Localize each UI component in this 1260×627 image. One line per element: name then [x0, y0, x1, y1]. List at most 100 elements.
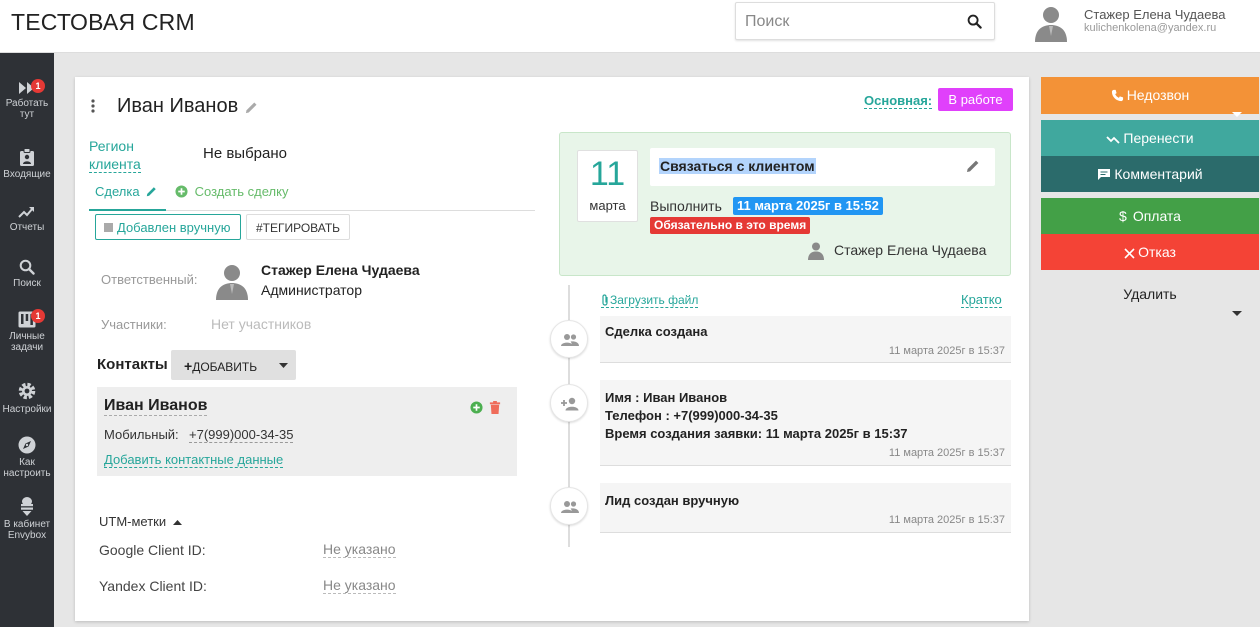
event-text: Имя : Иван Иванов: [605, 390, 728, 405]
sidebar-item-label: Входящие: [3, 169, 51, 180]
payment-button[interactable]: $ Оплата: [1041, 198, 1259, 234]
timeline-event: Сделка создана 11 марта 2025г в 15:37: [600, 316, 1011, 363]
pencil-icon[interactable]: [245, 101, 258, 114]
mobile-label: Мобильный:: [104, 427, 179, 442]
user-avatar[interactable]: [1031, 2, 1071, 42]
contact-name[interactable]: Иван Иванов: [104, 397, 208, 416]
user-name[interactable]: Стажер Елена Чудаева: [1084, 7, 1225, 22]
sidebar-item-settings[interactable]: Настройки: [0, 381, 54, 415]
chevron-down-icon[interactable]: [279, 363, 288, 368]
event-text: Сделка создана: [605, 324, 708, 339]
sidebar-item-label: В кабинет: [3, 519, 51, 530]
trash-icon[interactable]: [489, 401, 501, 414]
no-answer-button[interactable]: Недозвон: [1041, 77, 1259, 117]
delete-button[interactable]: Удалить: [1041, 276, 1259, 316]
timeline-node: [550, 487, 588, 525]
contacts-label: Контакты: [97, 356, 168, 373]
comment-button[interactable]: Комментарий: [1041, 156, 1259, 192]
square-icon: [104, 223, 113, 232]
task-day: 11: [589, 155, 626, 193]
sidebar-item-label: настроить: [3, 468, 51, 479]
ice-cream-icon: [0, 496, 54, 516]
timeline-node: [550, 384, 588, 422]
create-deal-button[interactable]: Создать сделку: [175, 184, 288, 199]
add-contact-data-link[interactable]: Добавить контактные данные: [104, 452, 284, 468]
yandex-client-id-value[interactable]: Не указано: [323, 577, 396, 594]
pipeline-label[interactable]: Основная:: [864, 93, 933, 109]
pencil-icon: [146, 186, 157, 197]
sidebar-item-label: Работать: [5, 98, 49, 109]
sidebar-item-label: Личные: [9, 331, 45, 342]
delete-label: Удалить: [1123, 286, 1177, 302]
participants-value[interactable]: Нет участников: [211, 316, 311, 332]
notification-badge: 1: [31, 309, 45, 323]
timeline-event: Имя : Иван Иванов Телефон : +7(999)000-3…: [600, 380, 1011, 466]
region-label[interactable]: Регион: [89, 138, 134, 154]
timeline-event: Лид создан вручную 11 марта 2025г в 15:3…: [600, 483, 1011, 533]
task-due-date[interactable]: 11 марта 2025г в 15:52: [733, 197, 883, 215]
event-text: Телефон : +7(999)000-34-35: [605, 408, 778, 423]
gear-icon: [0, 381, 54, 401]
sidebar-item-personal-tasks[interactable]: 1 Личные задачи: [0, 309, 54, 353]
sidebar-item-how-to-setup[interactable]: Как настроить: [0, 436, 54, 479]
app-logo[interactable]: ТЕСТОВАЯ CRM: [11, 9, 195, 36]
task-month: марта: [589, 198, 626, 213]
task-user-name: Стажер Елена Чудаева: [834, 242, 987, 258]
sidebar-item-reports[interactable]: Отчеты: [0, 205, 54, 233]
search-box: [735, 2, 995, 40]
no-answer-label: Недозвон: [1126, 87, 1190, 103]
task-title[interactable]: Связаться с клиентом: [659, 158, 816, 174]
task-date-box: 11 марта: [577, 150, 638, 222]
sidebar-item-label: Поиск: [13, 278, 41, 289]
sidebar-item-label: Envybox: [7, 530, 47, 541]
tab-deal[interactable]: Сделка: [89, 182, 166, 211]
utm-toggle[interactable]: UTM-метки: [99, 514, 182, 529]
status-badge[interactable]: В работе: [938, 88, 1013, 111]
mobile-value[interactable]: +7(999)000-34-35: [189, 427, 294, 443]
create-deal-label: Создать сделку: [194, 184, 289, 199]
close-icon: [1124, 244, 1138, 260]
refuse-button[interactable]: Отказ: [1041, 234, 1259, 270]
plus-icon: +: [184, 358, 193, 374]
task-do-label: Выполнить: [650, 198, 722, 214]
google-client-id-value[interactable]: Не указано: [323, 541, 396, 558]
task-user-avatar: [806, 240, 826, 260]
upload-file-link[interactable]: Загрузить файл: [601, 293, 699, 308]
sidebar-item-work-here[interactable]: 1 Работать тут: [0, 79, 54, 120]
trend-icon: [1106, 130, 1123, 146]
notification-badge: 1: [31, 79, 45, 93]
pencil-icon[interactable]: [966, 159, 980, 173]
sidebar-item-search[interactable]: Поиск: [0, 259, 54, 289]
utm-label: UTM-метки: [99, 514, 167, 529]
add-contact-button[interactable]: +ДОБАВИТЬ: [171, 350, 296, 380]
payment-label: Оплата: [1132, 208, 1181, 224]
paperclip-icon: [601, 293, 610, 307]
region-label[interactable]: клиента: [89, 156, 141, 173]
event-time: 11 марта 2025г в 15:37: [888, 345, 1005, 357]
sidebar-item-label: тут: [19, 109, 35, 120]
tag-button[interactable]: #ТЕГИРОВАТЬ: [246, 214, 350, 240]
caret-up-icon: [172, 520, 182, 525]
sidebar-item-label: Настройки: [2, 404, 52, 415]
timeline-node: [550, 320, 588, 358]
dollar-icon: $: [1119, 208, 1127, 224]
search-icon[interactable]: [967, 14, 982, 29]
responsible-name[interactable]: Стажер Елена Чудаева: [261, 262, 420, 278]
region-value[interactable]: Не выбрано: [203, 145, 287, 162]
sidebar-item-envybox-cabinet[interactable]: В кабинет Envybox: [0, 496, 54, 541]
participants-label: Участники:: [101, 317, 167, 332]
event-time: 11 марта 2025г в 15:37: [888, 447, 1005, 459]
sidebar-item-label: Отчеты: [9, 222, 45, 233]
reschedule-label: Перенести: [1123, 130, 1194, 146]
kebab-menu-icon[interactable]: [90, 99, 96, 113]
add-circle-icon[interactable]: [470, 401, 483, 414]
comment-icon: [1097, 166, 1114, 182]
chevron-down-icon[interactable]: [1232, 291, 1245, 327]
search-input[interactable]: [745, 11, 955, 33]
trending-up-icon: [0, 205, 54, 219]
added-manually-button[interactable]: Добавлен вручную: [95, 214, 241, 240]
reschedule-button[interactable]: Перенести: [1041, 120, 1259, 156]
sidebar-item-inbox[interactable]: Входящие: [0, 148, 54, 180]
brief-toggle[interactable]: Кратко: [961, 292, 1002, 308]
yandex-client-id-label: Yandex Client ID:: [99, 578, 207, 594]
